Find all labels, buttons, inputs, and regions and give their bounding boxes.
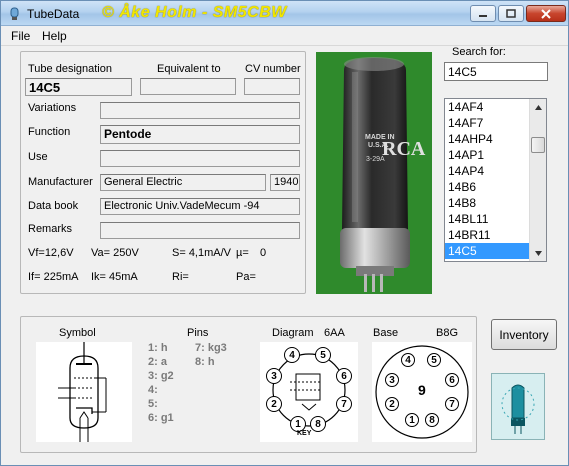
- scroll-down-button[interactable]: [530, 245, 546, 261]
- app-window: TubeData © Åke Holm - SM5CBW File Help T…: [0, 0, 569, 466]
- symbol-label: Symbol: [59, 327, 96, 339]
- pin-circle: 3: [385, 373, 399, 387]
- pentode-symbol-icon: [58, 342, 107, 442]
- if-value: If= 225mA: [28, 271, 79, 283]
- window-title: TubeData: [27, 7, 80, 21]
- scroll-down-icon: [534, 250, 542, 256]
- tube-brand: RCA: [382, 138, 426, 160]
- pin-circle: 3: [266, 368, 282, 384]
- use-label: Use: [28, 151, 48, 163]
- scroll-thumb[interactable]: [531, 137, 545, 153]
- variations-label: Variations: [28, 102, 77, 114]
- pin-entry: 8: h: [195, 356, 215, 368]
- pin-circle: 8: [425, 413, 439, 427]
- pin-circle: 2: [266, 396, 282, 412]
- use-field[interactable]: [100, 150, 300, 167]
- pin-circle: 5: [427, 353, 441, 367]
- designation-field[interactable]: 14C5: [25, 78, 132, 96]
- tube-image: [340, 57, 410, 292]
- base-label: Base: [373, 327, 399, 339]
- menu-help[interactable]: Help: [42, 29, 67, 43]
- mu-value: 0: [260, 247, 267, 259]
- va-value: Va= 250V: [91, 247, 139, 259]
- function-field[interactable]: Pentode: [100, 125, 300, 144]
- minimize-icon: [479, 14, 487, 17]
- maximize-button[interactable]: [498, 5, 524, 22]
- mu-label: µ=: [236, 247, 249, 259]
- tube-symbol: [36, 342, 132, 442]
- variations-field[interactable]: [100, 102, 300, 119]
- pin-circle: 5: [315, 347, 331, 363]
- pin-entry: 7: kg3: [195, 342, 227, 354]
- search-input[interactable]: 14C5: [444, 62, 548, 81]
- search-label: Search for:: [452, 46, 506, 58]
- pin-diagram: 12345678 KEY: [260, 342, 358, 442]
- equivalent-label: Equivalent to: [157, 63, 221, 75]
- logo-tube-icon: [492, 374, 544, 439]
- pin-entry: 2: a: [148, 356, 167, 368]
- inventory-button[interactable]: Inventory: [491, 319, 557, 350]
- base-key-icon: 9: [418, 382, 426, 398]
- remarks-label: Remarks: [28, 223, 73, 235]
- year-field[interactable]: 1940: [270, 174, 300, 191]
- pin-circle: 7: [336, 396, 352, 412]
- base-code: B8G: [436, 327, 459, 339]
- menu-file[interactable]: File: [11, 29, 30, 43]
- results-list[interactable]: 14AF4 14AF7 14AHP4 14AP1 14AP4 14B6 14B8 14BL11…: [444, 98, 547, 262]
- logo: [491, 373, 545, 440]
- ri-label: Ri=: [172, 271, 189, 283]
- results-scrollbar[interactable]: [529, 99, 546, 261]
- ik-value: Ik= 45mA: [91, 271, 138, 283]
- pin-circle: 6: [445, 373, 459, 387]
- pin-circle: 1: [405, 413, 419, 427]
- databook-field[interactable]: Electronic Univ.VadeMecum -94: [100, 198, 300, 215]
- scroll-up-button[interactable]: [530, 99, 546, 115]
- databook-label: Data book: [28, 200, 79, 212]
- cv-label: CV number: [245, 63, 301, 75]
- pin-circle: 4: [401, 353, 415, 367]
- pin-entry: 3: g2: [148, 370, 174, 382]
- function-label: Function: [28, 126, 71, 138]
- vf-value: Vf=12,6V: [28, 247, 74, 259]
- pins-label: Pins: [187, 327, 209, 339]
- author-credit: © Åke Holm - SM5CBW: [102, 4, 287, 21]
- pin-circle: 6: [336, 368, 352, 384]
- minimize-button[interactable]: [470, 5, 496, 22]
- base-diagram: 12 3456 78 9: [372, 342, 472, 442]
- pin-circle: 4: [284, 347, 300, 363]
- manufacturer-label: Manufacturer: [28, 176, 93, 188]
- equivalent-field[interactable]: [140, 78, 236, 95]
- menu-bar: File Help: [1, 26, 568, 46]
- pin-circle: 8: [310, 416, 326, 432]
- app-icon: [10, 7, 19, 20]
- maximize-icon: [506, 9, 516, 18]
- pin-diagram-icon: [272, 353, 346, 427]
- cv-field[interactable]: [244, 78, 300, 95]
- close-icon: [541, 8, 551, 19]
- title-bar[interactable]: TubeData © Åke Holm - SM5CBW: [1, 1, 568, 26]
- s-value: S= 4,1mA/V: [172, 247, 232, 259]
- remarks-field[interactable]: [100, 222, 300, 239]
- pin-circle: 2: [385, 397, 399, 411]
- pin-entry: 1: h: [148, 342, 168, 354]
- pa-label: Pa=: [236, 271, 256, 283]
- diagram-label: Diagram: [272, 327, 314, 339]
- key-label: KEY: [297, 430, 312, 437]
- pin-circle: 7: [445, 397, 459, 411]
- tube-photo: MADE IN U.S.A. 3-29A RCA: [316, 52, 432, 294]
- pin-entry: 6: g1: [148, 412, 174, 424]
- scroll-up-icon: [534, 104, 542, 110]
- close-button[interactable]: [526, 5, 566, 22]
- diagram-code: 6AA: [324, 327, 345, 339]
- pin-entry: 4:: [148, 384, 158, 396]
- manufacturer-field[interactable]: General Electric: [100, 174, 266, 191]
- pin-entry: 5:: [148, 398, 158, 410]
- designation-label: Tube designation: [28, 63, 112, 75]
